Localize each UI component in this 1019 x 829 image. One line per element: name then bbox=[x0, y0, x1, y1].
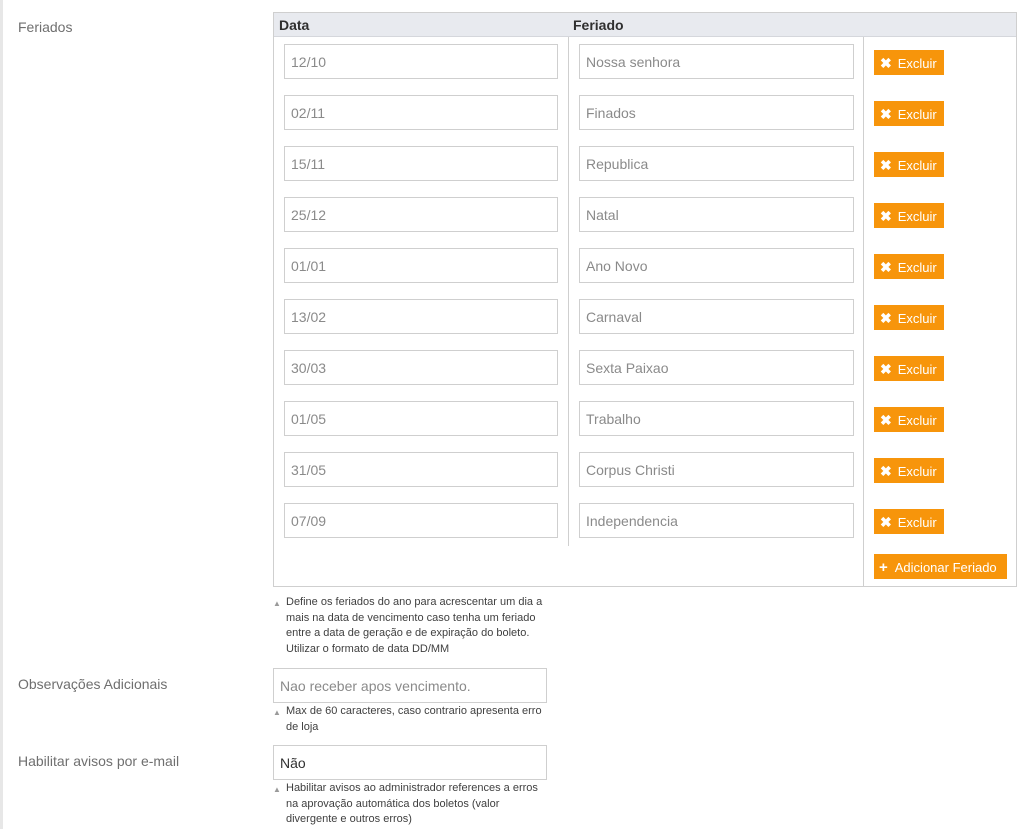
delete-button-label: Excluir bbox=[897, 56, 937, 71]
close-icon: ✖ bbox=[880, 157, 892, 173]
delete-holiday-button[interactable]: ✖ Excluir bbox=[874, 254, 944, 279]
holiday-date-input[interactable]: 30/03 bbox=[284, 350, 558, 385]
holiday-date-input[interactable]: 31/05 bbox=[284, 452, 558, 487]
delete-button-label: Excluir bbox=[897, 107, 937, 122]
delete-button-label: Excluir bbox=[897, 464, 937, 479]
delete-holiday-button[interactable]: ✖ Excluir bbox=[874, 407, 944, 432]
holiday-name-input[interactable]: Nossa senhora bbox=[579, 44, 854, 79]
delete-button-label: Excluir bbox=[897, 515, 937, 530]
holidays-label: Feriados bbox=[18, 19, 73, 35]
holiday-name-input[interactable]: Ano Novo bbox=[579, 248, 854, 283]
delete-button-label: Excluir bbox=[897, 209, 937, 224]
close-icon: ✖ bbox=[880, 514, 892, 530]
column-header-date: Data bbox=[279, 17, 310, 33]
delete-button-label: Excluir bbox=[897, 413, 937, 428]
delete-button-label: Excluir bbox=[897, 311, 937, 326]
holiday-name-input[interactable]: Corpus Christi bbox=[579, 452, 854, 487]
delete-button-label: Excluir bbox=[897, 158, 937, 173]
close-icon: ✖ bbox=[880, 208, 892, 224]
holiday-name-input[interactable]: Trabalho bbox=[579, 401, 854, 436]
add-holiday-button[interactable]: + Adicionar Feriado bbox=[874, 554, 1007, 579]
close-icon: ✖ bbox=[880, 259, 892, 275]
delete-button-label: Excluir bbox=[897, 260, 937, 275]
holidays-table: Data Feriado 12/10 Nossa senhora ✖ Exclui… bbox=[273, 12, 1017, 587]
observations-hint: ▲ Max de 60 caracteres, caso contrario a… bbox=[273, 704, 542, 735]
add-holiday-label: Adicionar Feriado bbox=[894, 560, 997, 575]
hint-line: na aprovação automática dos boletos (val… bbox=[286, 797, 500, 810]
hint-line: Max de 60 caracteres, caso contrario apr… bbox=[286, 705, 542, 717]
holiday-name-input[interactable]: Republica bbox=[579, 146, 854, 181]
delete-holiday-button[interactable]: ✖ Excluir bbox=[874, 305, 944, 330]
holiday-name-input[interactable]: Carnaval bbox=[579, 299, 854, 334]
column-divider bbox=[568, 37, 569, 546]
left-border bbox=[0, 0, 3, 829]
holiday-date-input[interactable]: 01/05 bbox=[284, 401, 558, 436]
close-icon: ✖ bbox=[880, 55, 892, 71]
hint-line: de loja bbox=[286, 720, 319, 733]
triangle-up-icon: ▲ bbox=[273, 785, 281, 794]
delete-holiday-button[interactable]: ✖ Excluir bbox=[874, 101, 944, 126]
delete-holiday-button[interactable]: ✖ Excluir bbox=[874, 509, 944, 534]
column-header-holiday: Feriado bbox=[573, 17, 624, 33]
observations-label: Observações Adicionais bbox=[18, 676, 168, 692]
holiday-name-input[interactable]: Natal bbox=[579, 197, 854, 232]
email-alerts-label: Habilitar avisos por e-mail bbox=[18, 753, 180, 769]
delete-button-label: Excluir bbox=[897, 362, 937, 377]
holiday-date-input[interactable]: 07/09 bbox=[284, 503, 558, 538]
close-icon: ✖ bbox=[880, 361, 892, 377]
close-icon: ✖ bbox=[880, 310, 892, 326]
hint-line: entre a data de geração e de expiração d… bbox=[286, 627, 530, 639]
close-icon: ✖ bbox=[880, 412, 892, 428]
hint-line: Utilizar o formato de data DD/MM bbox=[286, 642, 450, 655]
column-divider bbox=[863, 37, 864, 587]
email-alerts-hint: ▲ Habilitar avisos ao administrador refe… bbox=[273, 781, 538, 828]
holiday-name-input[interactable]: Finados bbox=[579, 95, 854, 130]
hint-line: Habilitar avisos ao administrador refere… bbox=[286, 782, 538, 794]
delete-holiday-button[interactable]: ✖ Excluir bbox=[874, 152, 944, 177]
holiday-date-input[interactable]: 15/11 bbox=[284, 146, 558, 181]
holiday-name-input[interactable]: Independencia bbox=[579, 503, 854, 538]
holiday-date-input[interactable]: 12/10 bbox=[284, 44, 558, 79]
triangle-up-icon: ▲ bbox=[273, 708, 281, 717]
hint-line: Define os feriados do ano para acrescent… bbox=[286, 596, 543, 608]
close-icon: ✖ bbox=[880, 463, 892, 479]
email-alerts-select[interactable]: Não bbox=[273, 745, 547, 780]
plus-icon: + bbox=[879, 559, 888, 576]
delete-holiday-button[interactable]: ✖ Excluir bbox=[874, 356, 944, 381]
holidays-hint: ▲ Define os feriados do ano para acresce… bbox=[273, 595, 542, 657]
hint-line: divergente e outros erros) bbox=[286, 813, 412, 825]
holiday-name-input[interactable]: Sexta Paixao bbox=[579, 350, 854, 385]
table-header: Data Feriado bbox=[274, 13, 1016, 37]
holiday-date-input[interactable]: 13/02 bbox=[284, 299, 558, 334]
observations-input[interactable]: Nao receber apos vencimento. bbox=[273, 668, 547, 703]
delete-holiday-button[interactable]: ✖ Excluir bbox=[874, 458, 944, 483]
holiday-date-input[interactable]: 02/11 bbox=[284, 95, 558, 130]
holiday-date-input[interactable]: 01/01 bbox=[284, 248, 558, 283]
holiday-date-input[interactable]: 25/12 bbox=[284, 197, 558, 232]
triangle-up-icon: ▲ bbox=[273, 599, 281, 608]
delete-holiday-button[interactable]: ✖ Excluir bbox=[874, 203, 944, 228]
close-icon: ✖ bbox=[880, 106, 892, 122]
delete-holiday-button[interactable]: ✖ Excluir bbox=[874, 50, 944, 75]
hint-line: mais na data de vencimento caso tenha um… bbox=[286, 611, 536, 624]
